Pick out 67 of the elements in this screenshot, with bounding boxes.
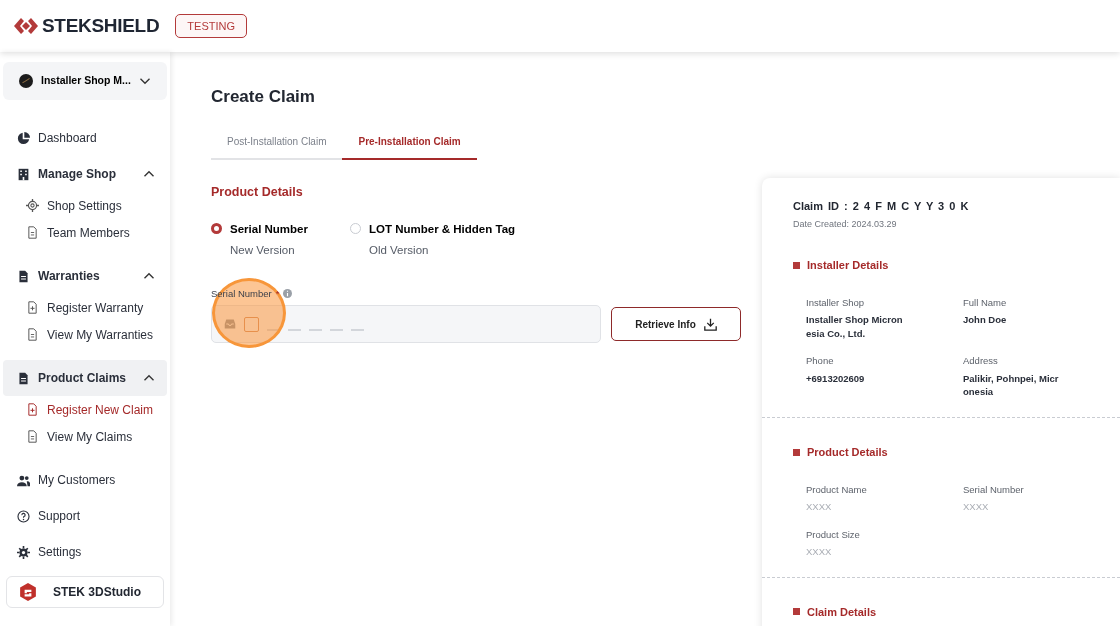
pie-chart-icon <box>17 131 30 145</box>
shop-avatar-icon <box>19 74 33 88</box>
promo-card[interactable]: STEK 3DStudio <box>6 576 164 608</box>
section-title: Claim Details <box>807 604 877 620</box>
settings-icon <box>17 545 30 559</box>
document-icon <box>26 226 39 239</box>
sidebar-group[interactable]: Manage Shop <box>3 156 167 192</box>
environment-badge: TESTING <box>175 13 248 39</box>
document-plus-icon <box>26 301 39 314</box>
field-label: Product Name <box>806 482 868 497</box>
field-label: Product Size <box>806 527 861 542</box>
building-icon <box>17 167 30 181</box>
sidebar-group[interactable]: Product Claims <box>3 360 167 396</box>
section-title: Installer Details <box>807 258 889 273</box>
field-value: XXXX <box>806 499 833 514</box>
cube-logo-icon <box>19 583 37 601</box>
info-icon <box>283 289 293 299</box>
field-label: Installer Shop <box>806 295 866 310</box>
sidebar-item[interactable]: Register New Claim <box>3 396 167 423</box>
sidebar-item[interactable]: Support <box>3 498 167 534</box>
claim-id: Claim ID : 2 4 F M C Y Y 3 0 K <box>792 199 970 214</box>
tab[interactable]: Pre-Installation Claim <box>342 133 477 160</box>
section-marker-icon <box>793 261 800 269</box>
document-icon <box>26 328 39 341</box>
section-title: Product Details <box>211 183 304 201</box>
sidebar-item[interactable]: Register Warranty <box>3 294 167 321</box>
sidebar-group[interactable]: Warranties <box>3 258 167 294</box>
field-value: XXXX <box>806 544 833 559</box>
field-label: Serial Number <box>211 286 272 301</box>
date-created: Date Created: 2024.03.29 <box>792 217 898 231</box>
document-plus-icon <box>26 403 39 416</box>
radio-option[interactable]: Serial Number New Version <box>211 221 308 259</box>
logo-text: STEKSHIELD <box>42 13 160 38</box>
sidebar-item[interactable]: View My Warranties <box>3 321 167 348</box>
field-label: Serial Number <box>963 482 1025 497</box>
sidebar-item[interactable]: Shop Settings <box>3 192 167 219</box>
inbox-icon <box>224 318 236 330</box>
field-label: Address <box>963 354 999 369</box>
field-value: XXXX <box>963 499 990 514</box>
retrieve-info-button[interactable]: Retrieve Info <box>611 307 741 341</box>
required-mark: * <box>275 286 280 301</box>
field-value: Palikir, Pohnpei, Micronesia <box>963 371 1060 400</box>
logo-icon <box>14 18 38 34</box>
field-value: John Doe <box>963 312 1008 327</box>
users-icon <box>17 473 30 487</box>
shop-selector[interactable]: Installer Shop M... <box>3 62 167 100</box>
field-label: Full Name <box>963 295 1008 310</box>
page-title: Create Claim <box>211 86 316 108</box>
document-icon <box>26 430 39 443</box>
field-value: Installer Shop Micronesia Co., Ltd. <box>806 312 904 341</box>
serial-number-field[interactable] <box>211 305 601 343</box>
sidebar-item[interactable]: Team Members <box>3 219 167 246</box>
sidebar-item[interactable]: Dashboard <box>3 120 167 156</box>
sidebar-item[interactable]: Settings <box>3 534 167 570</box>
download-icon <box>703 317 717 331</box>
sidebar-item[interactable]: My Customers <box>3 462 167 498</box>
section-title: Product Details <box>807 445 888 461</box>
document-icon <box>17 371 30 385</box>
section-marker-icon <box>793 448 800 456</box>
section-marker-icon <box>793 608 800 616</box>
field-label: Phone <box>806 354 835 369</box>
tab[interactable]: Post-Installation Claim <box>211 133 343 160</box>
document-icon <box>17 269 30 283</box>
help-icon <box>17 509 30 523</box>
field-value: +6913202609 <box>806 371 866 386</box>
sidebar-item[interactable]: View My Claims <box>3 423 167 450</box>
radio-option[interactable]: LOT Number & Hidden Tag Old Version <box>350 221 516 259</box>
